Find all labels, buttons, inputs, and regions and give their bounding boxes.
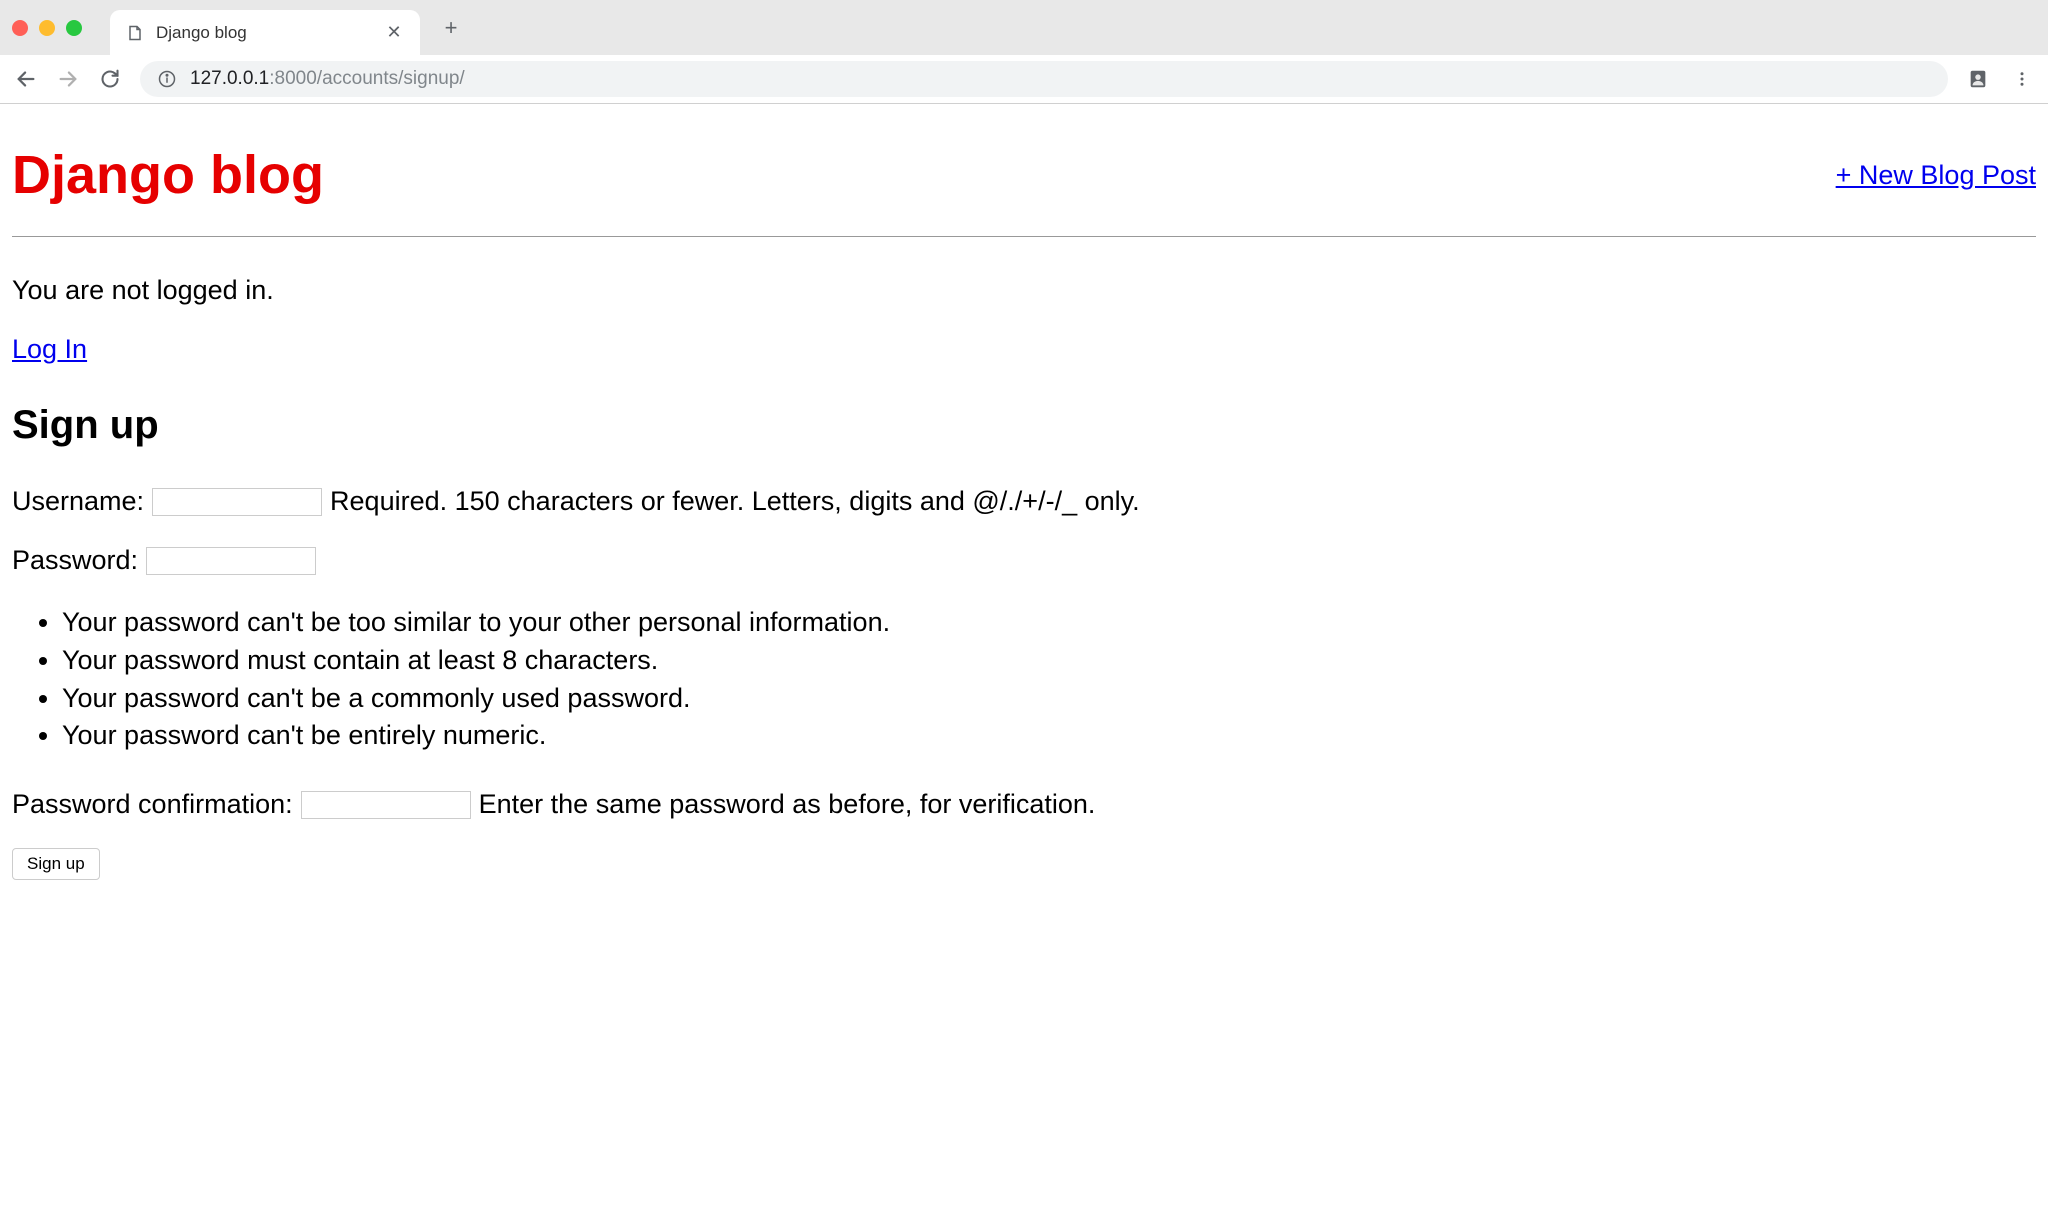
minimize-window-button[interactable] [39, 20, 55, 36]
url-path: /accounts/signup/ [317, 68, 465, 89]
back-button[interactable] [14, 67, 38, 91]
signup-heading: Sign up [12, 403, 2036, 448]
new-post-link[interactable]: + New Blog Post [1836, 160, 2036, 191]
password-row: Password: [12, 545, 2036, 576]
site-info-icon[interactable] [158, 70, 176, 88]
browser-tab[interactable]: Django blog ✕ [110, 10, 420, 55]
password-confirm-input[interactable] [301, 791, 471, 819]
window-controls [12, 20, 82, 36]
username-row: Username: Required. 150 characters or fe… [12, 486, 2036, 517]
username-help: Required. 150 characters or fewer. Lette… [330, 486, 1140, 517]
login-link[interactable]: Log In [12, 334, 87, 365]
browser-chrome: Django blog ✕ + [0, 0, 2048, 104]
tab-title: Django blog [156, 23, 372, 43]
close-tab-button[interactable]: ✕ [384, 22, 404, 43]
password-rule: Your password can't be a commonly used p… [62, 680, 2036, 718]
username-input[interactable] [152, 488, 322, 516]
close-window-button[interactable] [12, 20, 28, 36]
password-rules-list: Your password can't be too similar to yo… [12, 604, 2036, 755]
password-rule: Your password can't be too similar to yo… [62, 604, 2036, 642]
menu-icon[interactable] [2010, 67, 2034, 91]
page-icon [126, 24, 144, 42]
url-host: 127.0.0.1 [190, 68, 269, 89]
username-label: Username: [12, 486, 144, 517]
site-title: Django blog [12, 144, 324, 206]
tab-bar: Django blog ✕ + [0, 0, 2048, 55]
forward-button[interactable] [56, 67, 80, 91]
divider [12, 236, 2036, 237]
password-input[interactable] [146, 547, 316, 575]
page-header: Django blog + New Blog Post [12, 144, 2036, 206]
maximize-window-button[interactable] [66, 20, 82, 36]
login-status: You are not logged in. [12, 275, 2036, 306]
new-tab-button[interactable]: + [436, 15, 466, 41]
password-label: Password: [12, 545, 138, 576]
password-confirm-help: Enter the same password as before, for v… [479, 789, 1096, 820]
signup-button[interactable]: Sign up [12, 848, 100, 880]
page-content: Django blog + New Blog Post You are not … [0, 104, 2048, 892]
url-port: :8000 [269, 68, 317, 89]
password-rule: Your password must contain at least 8 ch… [62, 642, 2036, 680]
profile-icon[interactable] [1966, 67, 1990, 91]
url-text: 127.0.0.1:8000/accounts/signup/ [190, 68, 465, 90]
password-confirm-label: Password confirmation: [12, 789, 293, 820]
reload-button[interactable] [98, 67, 122, 91]
toolbar-right [1966, 67, 2034, 91]
password-confirm-row: Password confirmation: Enter the same pa… [12, 789, 2036, 820]
password-rule: Your password can't be entirely numeric. [62, 717, 2036, 755]
address-bar[interactable]: 127.0.0.1:8000/accounts/signup/ [140, 61, 1948, 97]
navigation-bar: 127.0.0.1:8000/accounts/signup/ [0, 55, 2048, 103]
